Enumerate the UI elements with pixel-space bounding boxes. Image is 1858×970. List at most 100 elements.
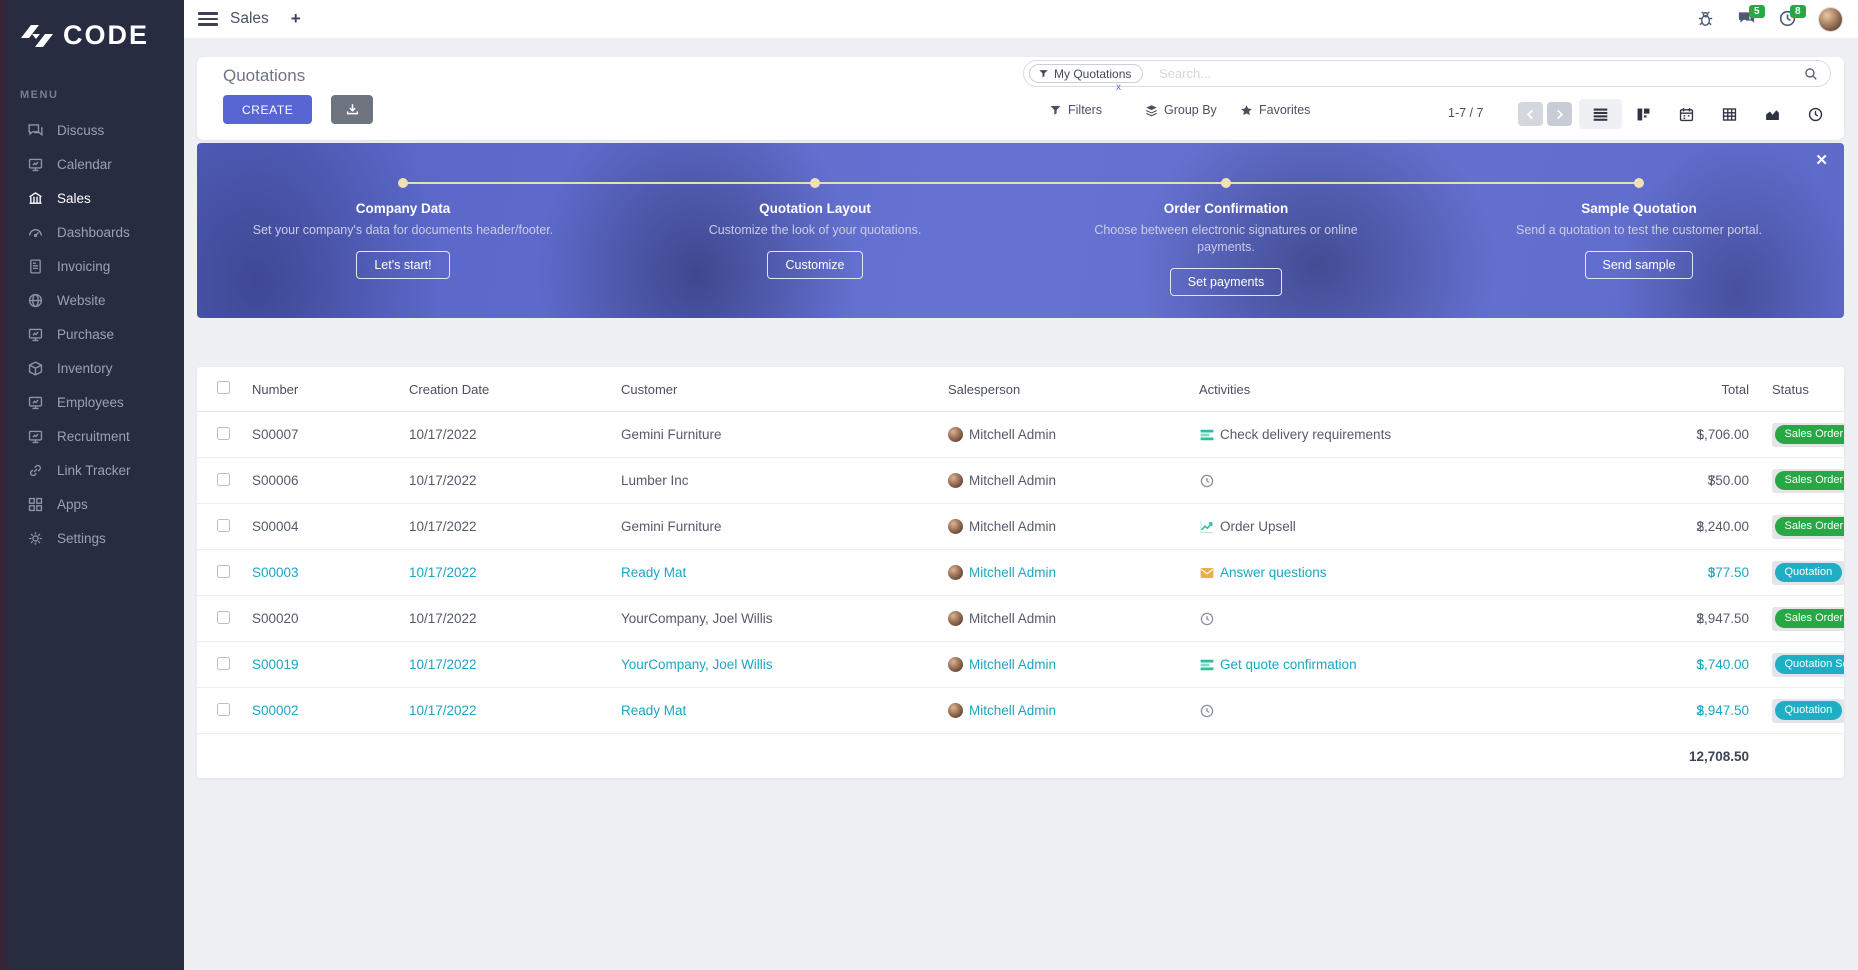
row-checkbox[interactable] [217,611,230,624]
column-header-total[interactable]: Total [1549,382,1749,397]
row-checkbox[interactable] [217,519,230,532]
column-header-creation-date[interactable]: Creation Date [409,382,621,397]
step-action-button[interactable]: Send sample [1585,251,1694,279]
search-bar[interactable]: My Quotations x [1023,60,1831,87]
salesperson-avatar [948,473,963,488]
table-row[interactable]: S0001910/17/2022YourCompany, Joel Willis… [197,642,1844,688]
chart-activity-icon[interactable] [1199,519,1215,535]
column-header-activities[interactable]: Activities [1199,382,1549,397]
customer-name: YourCompany, Joel Willis [621,657,948,672]
step-action-button[interactable]: Set payments [1170,268,1282,296]
row-checkbox[interactable] [217,473,230,486]
salesperson-avatar [948,657,963,672]
sidebar-item-apps[interactable]: Apps [0,487,184,521]
row-checkbox[interactable] [217,657,230,670]
column-header-customer[interactable]: Customer [621,382,948,397]
sidebar-item-label: Recruitment [57,429,130,444]
activity-view-button[interactable] [1794,99,1837,129]
sidebar-item-purchase[interactable]: Purchase [0,317,184,351]
table-row[interactable]: S0000310/17/2022Ready MatMitchell AdminA… [197,550,1844,596]
gauge-icon [27,224,44,241]
mail-activity-icon[interactable] [1199,565,1215,581]
sidebar-item-employees[interactable]: Employees [0,385,184,419]
kanban-view-button[interactable] [1622,99,1665,129]
column-header-salesperson[interactable]: Salesperson [948,382,1199,397]
debug-bug-icon[interactable] [1696,9,1716,29]
quotation-number: S00019 [252,657,409,672]
sidebar-item-settings[interactable]: Settings [0,521,184,555]
activity-label: Check delivery requirements [1220,427,1391,442]
sidebar-item-dashboards[interactable]: Dashboards [0,215,184,249]
creation-date: 10/17/2022 [409,519,621,534]
group-by-button[interactable]: Group By [1145,103,1217,117]
menu-section-label: MENU [0,51,184,101]
sidebar-item-sales[interactable]: Sales [0,181,184,215]
tasks-activity-icon[interactable] [1199,427,1215,443]
salesperson-name: Mitchell Admin [969,657,1056,672]
banner-close-icon[interactable]: ✕ [1815,151,1828,169]
column-header-status[interactable]: Status [1772,382,1844,397]
onboarding-step: Sample QuotationSend a quotation to test… [1484,201,1794,279]
pivot-view-button[interactable] [1708,99,1751,129]
calendar-view-button[interactable] [1665,99,1708,129]
facet-remove-icon[interactable]: x [1116,82,1121,93]
table-row[interactable]: S0000410/17/2022Gemini FurnitureMitchell… [197,504,1844,550]
total-amount: $377.50 [1549,565,1749,580]
graph-view-button[interactable] [1751,99,1794,129]
sidebar-item-recruitment[interactable]: Recruitment [0,419,184,453]
clock-activity-icon[interactable] [1199,703,1215,719]
favorites-button[interactable]: Favorites [1240,103,1310,117]
step-title: Quotation Layout [660,201,970,216]
search-input[interactable] [1159,62,1779,85]
menu-toggle-icon[interactable] [198,9,218,29]
list-view-button[interactable] [1579,99,1622,129]
tasks-activity-icon[interactable] [1199,657,1215,673]
step-action-button[interactable]: Customize [767,251,862,279]
export-button[interactable] [331,95,373,124]
salesperson-avatar [948,611,963,626]
app-logo[interactable]: CODE [0,0,184,51]
total-amount: $750.00 [1549,473,1749,488]
salesperson-name: Mitchell Admin [969,473,1056,488]
table-row[interactable]: S0000710/17/2022Gemini FurnitureMitchell… [197,412,1844,458]
filters-button[interactable]: Filters [1049,103,1102,117]
messages-icon[interactable]: 5 [1737,9,1757,29]
active-app-name[interactable]: Sales [230,10,269,28]
salesperson-name: Mitchell Admin [969,611,1056,626]
filter-icon [1049,104,1062,117]
clock-activity-icon[interactable] [1199,611,1215,627]
activities-clock-icon[interactable]: 8 [1778,9,1798,29]
sidebar-item-invoicing[interactable]: Invoicing [0,249,184,283]
quotation-number: S00006 [252,473,409,488]
sidebar-item-inventory[interactable]: Inventory [0,351,184,385]
table-row[interactable]: S0000210/17/2022Ready MatMitchell Admin$… [197,688,1844,734]
table-row[interactable]: S0000610/17/2022Lumber IncMitchell Admin… [197,458,1844,504]
row-checkbox[interactable] [217,427,230,440]
user-avatar[interactable] [1819,8,1842,31]
quotation-number: S00003 [252,565,409,580]
step-action-button[interactable]: Let's start! [356,251,449,279]
create-button[interactable]: CREATE [223,95,312,124]
pager-next-button[interactable] [1547,102,1572,126]
sidebar-item-discuss[interactable]: Discuss [0,113,184,147]
table-row[interactable]: S0002010/17/2022YourCompany, Joel Willis… [197,596,1844,642]
creation-date: 10/17/2022 [409,657,621,672]
table-footer-row: 12,708.50 [197,734,1844,778]
row-checkbox[interactable] [217,703,230,716]
row-checkbox[interactable] [217,565,230,578]
salesperson-name: Mitchell Admin [969,519,1056,534]
pager-previous-button[interactable] [1518,102,1543,126]
new-tab-button[interactable]: + [291,9,301,29]
clock-activity-icon[interactable] [1199,473,1215,489]
sidebar-item-website[interactable]: Website [0,283,184,317]
select-all-checkbox[interactable] [217,381,230,394]
column-header-number[interactable]: Number [252,382,409,397]
footer-total: 12,708.50 [1549,749,1749,764]
search-facet-chip[interactable]: My Quotations [1029,64,1143,83]
search-icon[interactable] [1804,67,1818,81]
topbar: Sales + 5 8 [184,0,1858,38]
filter-funnel-icon [1038,68,1049,79]
sidebar-item-calendar[interactable]: Calendar [0,147,184,181]
sidebar-item-link-tracker[interactable]: Link Tracker [0,453,184,487]
customer-name: YourCompany, Joel Willis [621,611,948,626]
